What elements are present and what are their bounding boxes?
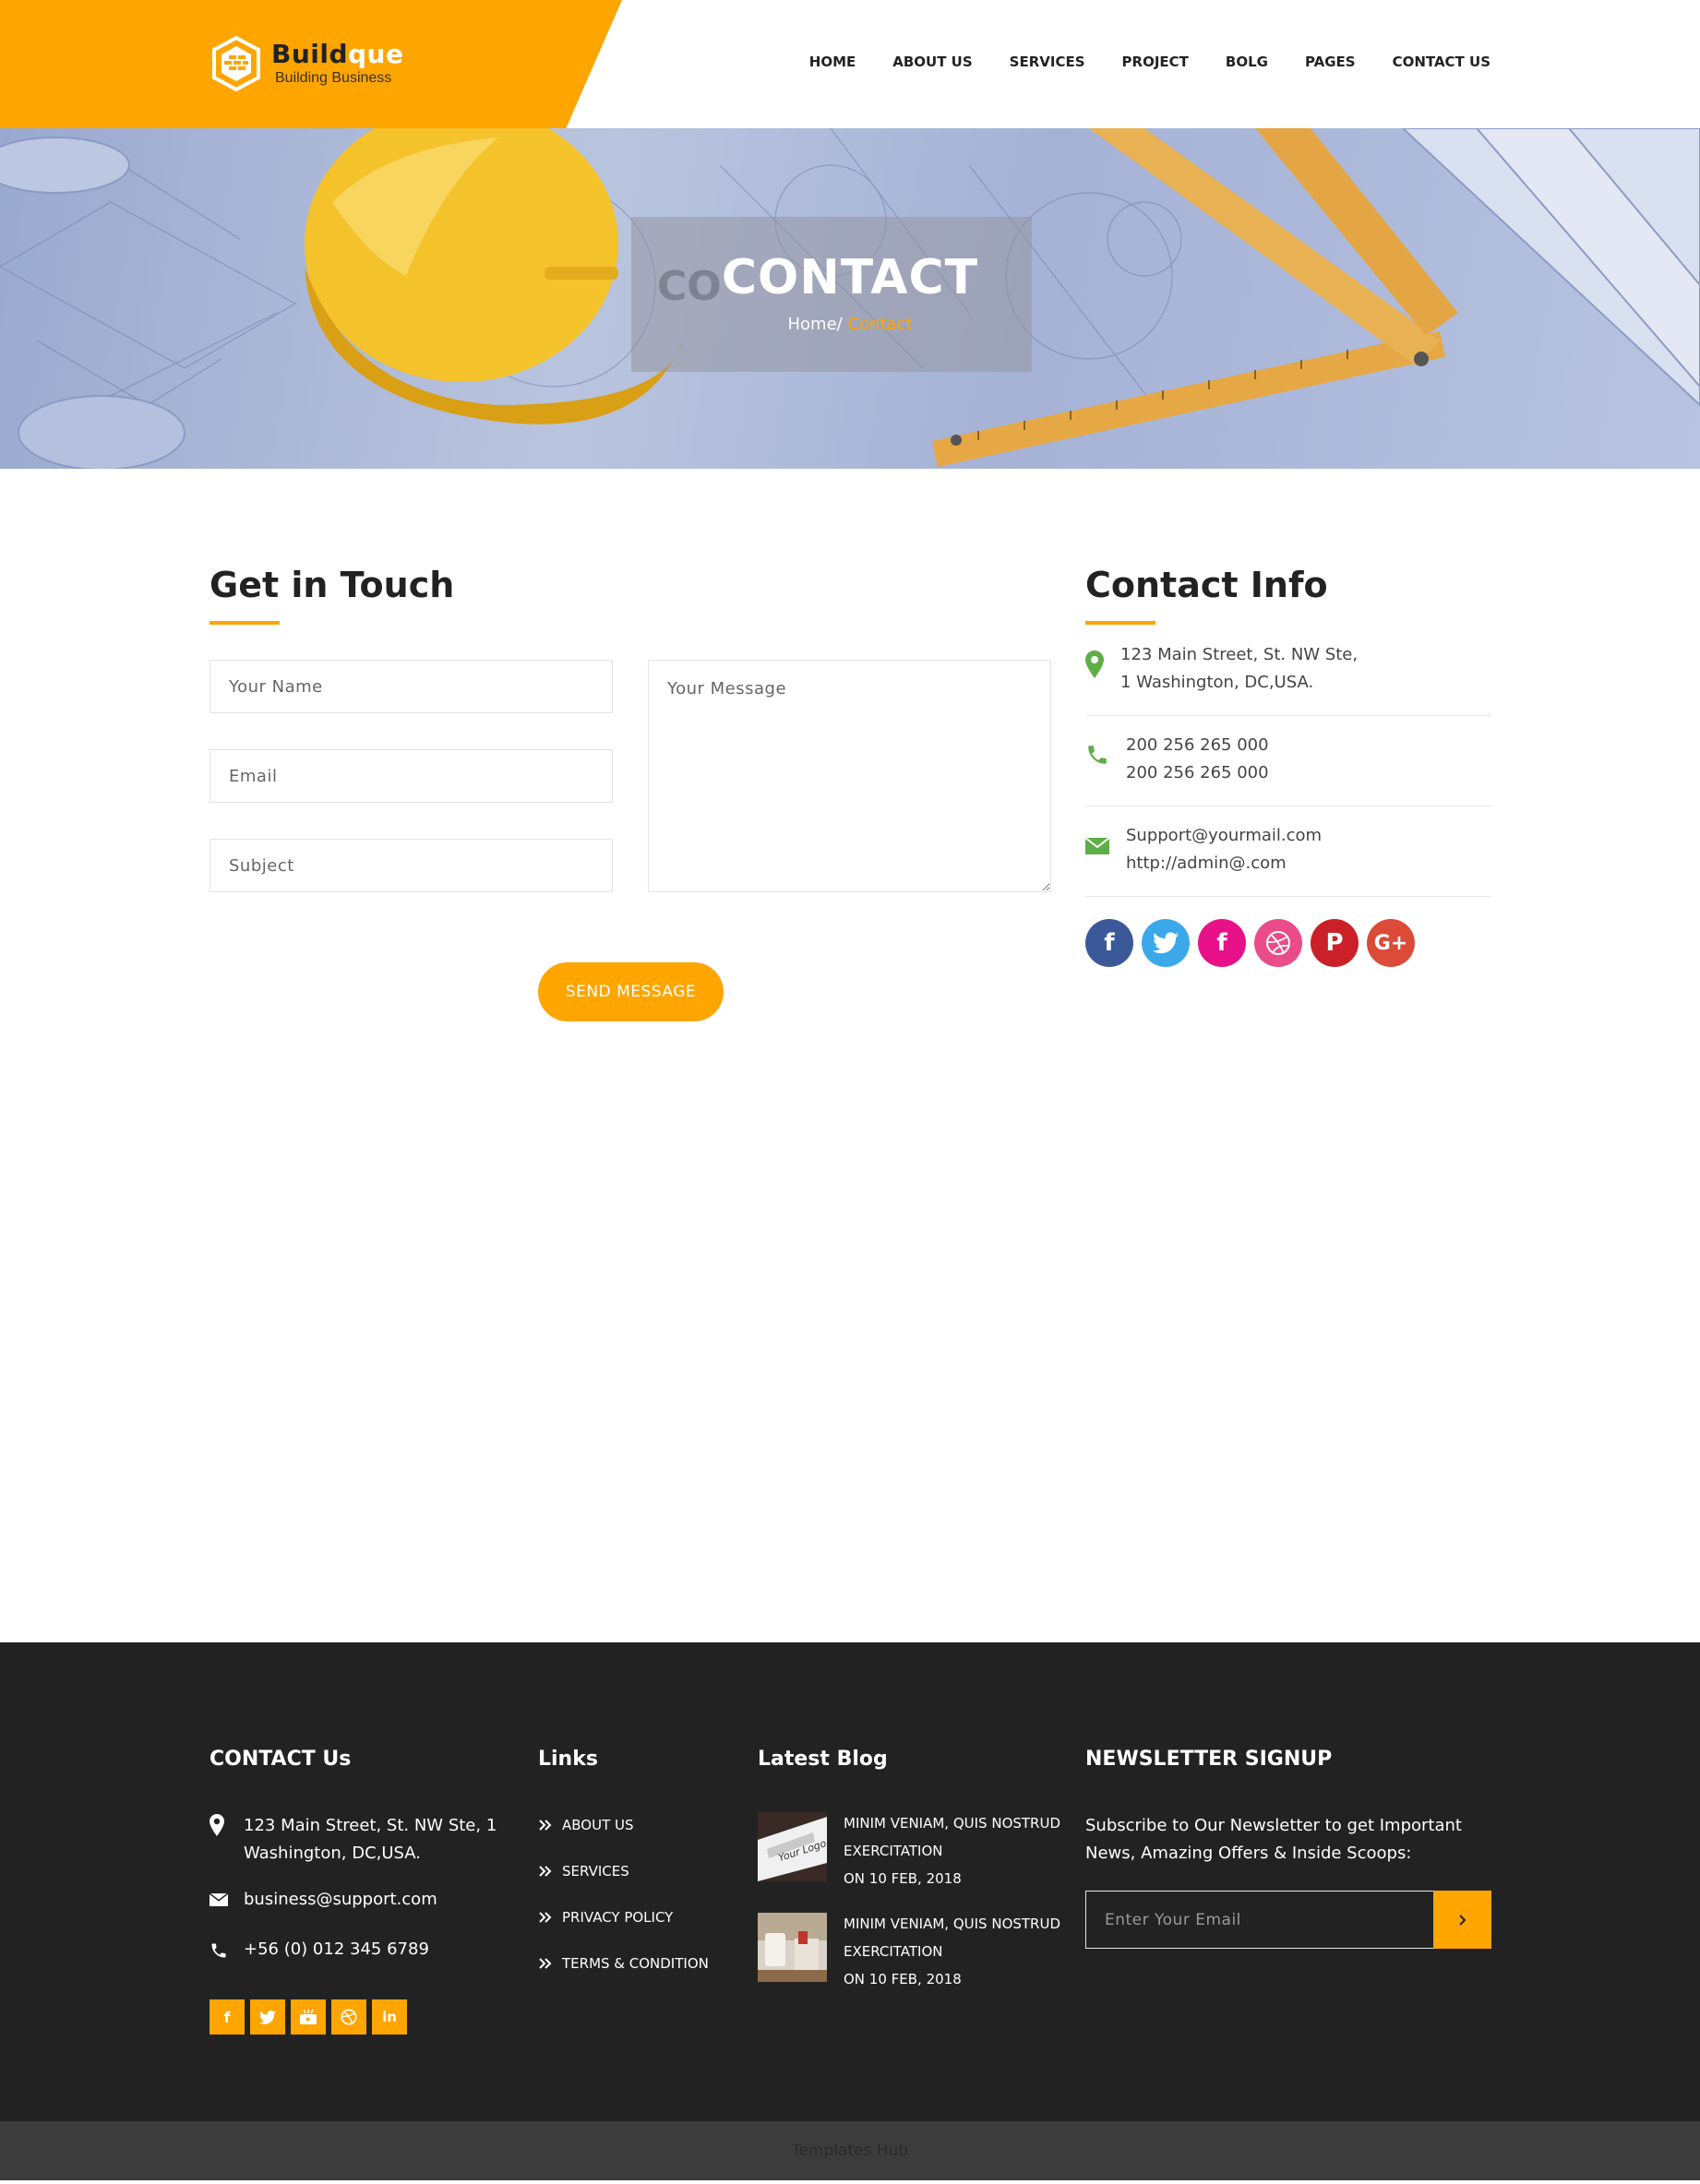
footer-newsletter-heading: NEWSLETTER SIGNUP xyxy=(1085,1748,1333,1771)
chevron-right-icon xyxy=(1458,1914,1466,1926)
brand-name-light: que xyxy=(348,39,404,69)
blog-post-title-line-2[interactable]: EXERCITATION xyxy=(844,1843,943,1859)
pinterest-glyph: P xyxy=(1325,929,1344,957)
breadcrumb-home[interactable]: Home/ xyxy=(788,315,843,334)
twitter-bird-glyph xyxy=(1153,932,1179,954)
youtube-icon[interactable] xyxy=(291,1999,326,2035)
newsletter-text-line-1: Subscribe to Our Newsletter to get Impor… xyxy=(1085,1816,1462,1835)
twitter-icon[interactable] xyxy=(250,1999,285,2035)
newsletter-text-line-2: News, Amazing Offers & Inside Scoops: xyxy=(1085,1844,1412,1863)
blog-post-date: ON 10 FEB, 2018 xyxy=(844,1971,962,1987)
blog-post-title-line-1[interactable]: MINIM VENIAM, QUIS NOSTRUD xyxy=(844,1915,1060,1932)
info-address-line-1: 123 Main Street, St. NW Ste, xyxy=(1120,645,1359,664)
double-chevron-right-icon xyxy=(539,1866,552,1877)
dribbble-ball-glyph xyxy=(1266,931,1290,955)
footer-link-label: ABOUT US xyxy=(562,1817,634,1833)
twitter-bird-glyph xyxy=(259,2010,276,2024)
hexagon-brick-icon xyxy=(212,35,260,92)
pinterest-icon[interactable]: P xyxy=(1311,919,1359,967)
double-chevron-right-icon xyxy=(539,1912,552,1923)
contact-info-heading: Contact Info xyxy=(1085,565,1328,605)
facebook-icon[interactable]: f xyxy=(210,1999,245,2035)
linkedin-icon[interactable]: in xyxy=(372,1999,407,2035)
nav-project[interactable]: PROJECT xyxy=(1122,54,1189,70)
location-pin-icon xyxy=(210,1814,224,1836)
twitter-icon[interactable] xyxy=(1142,919,1190,967)
info-divider xyxy=(1085,896,1491,897)
nav-pages[interactable]: PAGES xyxy=(1305,54,1356,70)
envelope-icon xyxy=(210,1893,228,1906)
blog-thumbnail[interactable] xyxy=(758,1913,827,1982)
footer-link-privacy-policy[interactable]: PRIVACY POLICY xyxy=(538,1909,673,1926)
brand-name: Buildque xyxy=(271,41,403,68)
breadcrumb-current: Contact xyxy=(842,315,913,334)
brand-name-dark: Build xyxy=(271,39,349,69)
page-banner: CO CONTACT Home/ Contact xyxy=(0,128,1700,469)
brand-logo[interactable]: Buildque Building Business xyxy=(210,35,403,92)
blog-thumbnail-image xyxy=(758,1913,827,1982)
blog-post-title-line-2[interactable]: EXERCITATION xyxy=(844,1943,943,1960)
facebook-icon[interactable]: f xyxy=(1085,919,1133,967)
location-pin-icon xyxy=(1085,650,1104,678)
send-message-button[interactable]: SEND MESSAGE xyxy=(538,962,724,1021)
info-address-line-2: 1 Washington, DC,USA. xyxy=(1120,673,1314,692)
heading-underline xyxy=(1085,621,1155,625)
facebook-glyph: f xyxy=(1104,929,1115,957)
footer-link-label: PRIVACY POLICY xyxy=(562,1909,674,1926)
info-email-1[interactable]: Support@yourmail.com xyxy=(1126,826,1322,845)
double-chevron-right-icon xyxy=(539,1958,552,1969)
footer-link-label: SERVICES xyxy=(562,1863,629,1880)
envelope-icon xyxy=(1085,838,1109,854)
nav-contact-us[interactable]: CONTACT US xyxy=(1393,54,1490,70)
heading-underline xyxy=(210,621,280,625)
copyright-bar: Templates Hub xyxy=(0,2121,1700,2180)
info-divider xyxy=(1085,715,1491,716)
message-textarea[interactable] xyxy=(648,660,1051,892)
google-plus-icon[interactable]: G+ xyxy=(1367,919,1415,967)
blog-thumbnail[interactable]: Your Logo xyxy=(758,1812,827,1881)
info-phone-1: 200 256 265 000 xyxy=(1126,735,1269,755)
email-input[interactable] xyxy=(210,749,613,803)
page-title: CONTACT xyxy=(721,250,979,305)
nav-blog[interactable]: BOLG xyxy=(1226,54,1268,70)
nav-about-us[interactable]: ABOUT US xyxy=(892,54,972,70)
footer-link-about-us[interactable]: ABOUT US xyxy=(538,1817,634,1833)
get-in-touch-heading: Get in Touch xyxy=(210,565,455,605)
footer-blog-heading: Latest Blog xyxy=(758,1748,888,1771)
facebook-icon[interactable]: f xyxy=(1198,919,1246,967)
phone-icon xyxy=(1088,746,1107,764)
youtube-glyph xyxy=(300,2010,317,2024)
footer-address-line-1: 123 Main Street, St. NW Ste, 1 xyxy=(244,1816,497,1835)
blog-thumbnail-image: Your Logo xyxy=(758,1812,827,1881)
info-phone-2: 200 256 265 000 xyxy=(1126,763,1269,782)
newsletter-submit-button[interactable] xyxy=(1433,1891,1491,1949)
footer-email[interactable]: business@support.com xyxy=(244,1890,437,1909)
main-nav: HOME ABOUT US SERVICES PROJECT BOLG PAGE… xyxy=(772,54,1490,70)
footer-contact-heading: CONTACT Us xyxy=(210,1748,352,1771)
site-header: Buildque Building Business HOME ABOUT US… xyxy=(0,0,1700,128)
blog-post-title-line-1[interactable]: MINIM VENIAM, QUIS NOSTRUD xyxy=(844,1815,1060,1832)
footer-link-services[interactable]: SERVICES xyxy=(538,1863,629,1880)
footer-phone[interactable]: +56 (0) 012 345 6789 xyxy=(244,1939,429,1959)
dribbble-icon[interactable] xyxy=(331,1999,366,2035)
google-plus-glyph: G+ xyxy=(1373,931,1408,955)
double-chevron-right-icon xyxy=(539,1820,552,1831)
footer-link-label: TERMS & CONDITION xyxy=(562,1955,709,1972)
nav-home[interactable]: HOME xyxy=(809,54,856,70)
info-email-2[interactable]: http://admin@.com xyxy=(1126,853,1287,873)
footer-links-heading: Links xyxy=(538,1748,598,1771)
brand-tagline: Building Business xyxy=(275,70,392,86)
nav-services[interactable]: SERVICES xyxy=(1010,54,1085,70)
footer-link-terms-condition[interactable]: TERMS & CONDITION xyxy=(538,1955,709,1972)
dribbble-ball-glyph xyxy=(341,2009,357,2025)
name-input[interactable] xyxy=(210,660,613,713)
subject-input[interactable] xyxy=(210,839,613,892)
facebook-glyph: f xyxy=(1216,929,1227,957)
blog-post-date: ON 10 FEB, 2018 xyxy=(844,1870,962,1887)
breadcrumb: Home/ Contact xyxy=(0,315,1700,334)
dribbble-icon[interactable] xyxy=(1254,919,1302,967)
footer-address-line-2: Washington, DC,USA. xyxy=(244,1844,422,1863)
phone-icon xyxy=(211,1943,226,1958)
newsletter-email-input[interactable] xyxy=(1085,1891,1433,1949)
